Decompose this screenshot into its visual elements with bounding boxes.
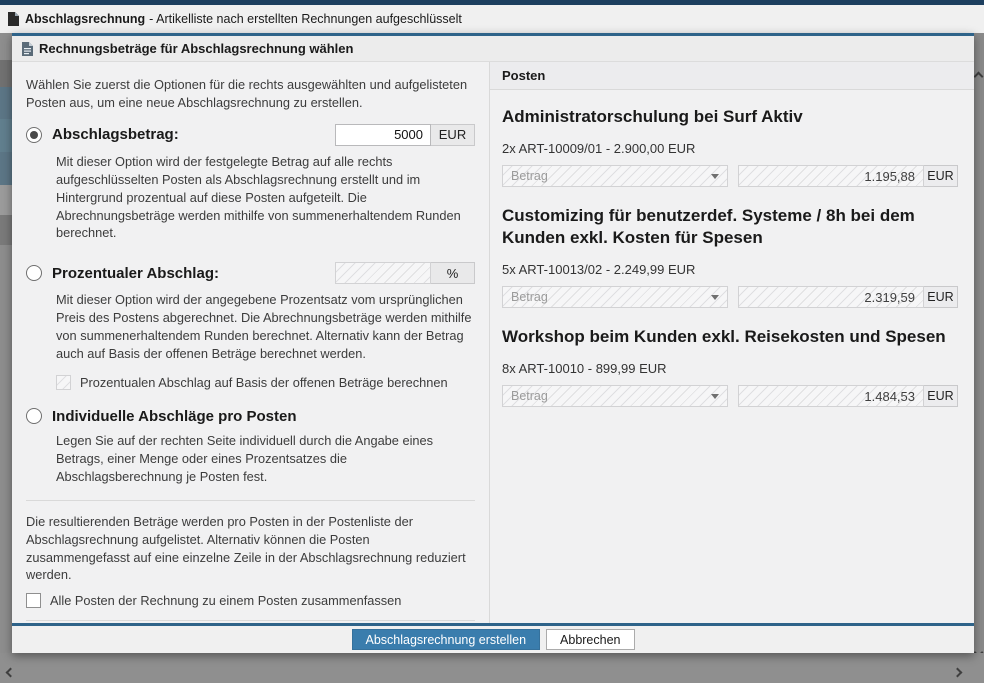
chevron-down-icon: [711, 173, 719, 179]
option-abschlagsbetrag-description: Mit dieser Option wird der festgelegte B…: [56, 153, 461, 241]
option-prozentual-description: Mit dieser Option wird der angegebene Pr…: [56, 292, 472, 362]
radio-prozentualer-abschlag[interactable]: [26, 265, 42, 282]
combine-checkbox[interactable]: [26, 593, 41, 609]
amount-currency-suffix: EUR: [924, 165, 958, 188]
mode-dropdown-disabled: Betrag: [502, 165, 728, 188]
option-prozentual-row: Prozentualer Abschlag: %: [26, 262, 475, 285]
posten-header: Posten: [490, 62, 974, 90]
amount-value: 2.319,59: [864, 289, 915, 305]
dialog-footer: Abschlagsrechnung erstellen Abbrechen: [12, 623, 974, 653]
option-individuell-label: Individuelle Abschläge pro Posten: [52, 407, 297, 425]
combine-checkbox-label: Alle Posten der Rechnung zu einem Posten…: [50, 593, 402, 609]
scroll-up-icon[interactable]: [973, 71, 984, 82]
scroll-left-icon[interactable]: [5, 667, 16, 678]
intro-text: Wählen Sie zuerst die Optionen für die r…: [26, 77, 468, 110]
divider: [26, 620, 475, 622]
cancel-button[interactable]: Abbrechen: [546, 629, 635, 650]
posten-controls: Betrag 2.319,59 EUR: [502, 286, 958, 309]
posten-subtitle: 2x ART-10009/01 - 2.900,00 EUR: [502, 141, 696, 157]
amount-value: 1.484,53: [864, 388, 915, 404]
chevron-down-icon: [711, 393, 719, 399]
option-abschlagsbetrag-row: Abschlagsbetrag: EUR: [26, 123, 475, 146]
vertical-scrollbar[interactable]: [973, 33, 984, 658]
window-subtitle: - Artikelliste nach erstellten Rechnunge…: [149, 12, 462, 26]
divider: [26, 499, 475, 501]
application-window: Abschlagsrechnung - Artikelliste nach er…: [0, 0, 984, 683]
dialog-title: Rechnungsbeträge für Abschlagsrechnung w…: [39, 41, 354, 56]
abschlagsbetrag-field-group: EUR: [335, 123, 475, 146]
mode-dropdown-value: Betrag: [511, 169, 548, 184]
posten-title: Customizing für benutzerdef. Systeme / 8…: [502, 206, 915, 248]
posten-title: Administratorschulung bei Surf Aktiv: [502, 107, 803, 126]
option-prozentual-label: Prozentualer Abschlag:: [52, 264, 219, 282]
amount-field-group: 1.195,88 EUR: [738, 165, 958, 188]
amount-field-disabled: 2.319,59: [738, 286, 924, 309]
amount-field-disabled: 1.195,88: [738, 165, 924, 188]
document-icon: [8, 12, 19, 26]
posten-item: Workshop beim Kunden exkl. Reisekosten u…: [502, 326, 958, 408]
abschlagsbetrag-currency-suffix: EUR: [431, 123, 475, 146]
posten-item: Customizing für benutzerdef. Systeme / 8…: [502, 205, 958, 309]
window-title-bar: Abschlagsrechnung - Artikelliste nach er…: [0, 0, 984, 33]
combine-checkbox-row: Alle Posten der Rechnung zu einem Posten…: [26, 593, 475, 609]
offene-betraege-checkbox-label: Prozentualen Abschlag auf Basis der offe…: [80, 374, 448, 390]
amount-value: 1.195,88: [864, 168, 915, 184]
abschlagsbetrag-input[interactable]: [335, 123, 431, 146]
posten-controls: Betrag 1.195,88 EUR: [502, 165, 958, 188]
prozent-field-group: %: [335, 262, 475, 285]
scroll-right-icon[interactable]: [952, 667, 963, 678]
posten-item: Administratorschulung bei Surf Aktiv 2x …: [502, 106, 958, 188]
dialog-body: Wählen Sie zuerst die Optionen für die r…: [12, 62, 974, 623]
document-lines-icon: [22, 41, 33, 56]
posten-title: Workshop beim Kunden exkl. Reisekosten u…: [502, 327, 946, 347]
chevron-down-icon: [711, 294, 719, 300]
mode-dropdown-value: Betrag: [511, 290, 548, 305]
posten-list: Administratorschulung bei Surf Aktiv 2x …: [490, 90, 974, 408]
amount-currency-suffix: EUR: [924, 385, 958, 408]
prozent-input-disabled: [335, 262, 431, 285]
dialog-header: Rechnungsbeträge für Abschlagsrechnung w…: [12, 36, 974, 62]
offene-betraege-checkbox: [56, 374, 71, 390]
amount-currency-suffix: EUR: [924, 286, 958, 309]
window-title: Abschlagsrechnung: [25, 12, 146, 26]
summary-note: Die resultierenden Beträge werden pro Po…: [26, 513, 466, 583]
amount-field-group: 2.319,59 EUR: [738, 286, 958, 309]
horizontal-scrollbar[interactable]: [0, 653, 984, 683]
posten-subtitle: 8x ART-10010 - 899,99 EUR: [502, 361, 667, 377]
option-individuell-row: Individuelle Abschläge pro Posten: [26, 408, 475, 425]
posten-panel: Posten Administratorschulung bei Surf Ak…: [490, 62, 974, 623]
amount-field-disabled: 1.484,53: [738, 385, 924, 408]
radio-individuelle-abschlaege[interactable]: [26, 408, 42, 425]
option-abschlagsbetrag-label: Abschlagsbetrag:: [52, 126, 179, 144]
abschlagsrechnung-dialog: Rechnungsbeträge für Abschlagsrechnung w…: [12, 33, 974, 653]
offene-betraege-checkbox-row: Prozentualen Abschlag auf Basis der offe…: [56, 374, 475, 390]
option-individuell-description: Legen Sie auf der rechten Seite individu…: [56, 432, 434, 484]
posten-subtitle: 5x ART-10013/02 - 2.249,99 EUR: [502, 262, 696, 278]
background-table-rows: [0, 33, 12, 653]
create-abschlagsrechnung-button[interactable]: Abschlagsrechnung erstellen: [351, 629, 541, 650]
amount-field-group: 1.484,53 EUR: [738, 385, 958, 408]
prozent-suffix: %: [431, 262, 475, 285]
mode-dropdown-disabled: Betrag: [502, 286, 728, 309]
mode-dropdown-value: Betrag: [511, 389, 548, 404]
radio-abschlagsbetrag[interactable]: [26, 126, 42, 143]
posten-controls: Betrag 1.484,53 EUR: [502, 385, 958, 408]
options-panel: Wählen Sie zuerst die Optionen für die r…: [12, 62, 490, 623]
mode-dropdown-disabled: Betrag: [502, 385, 728, 408]
